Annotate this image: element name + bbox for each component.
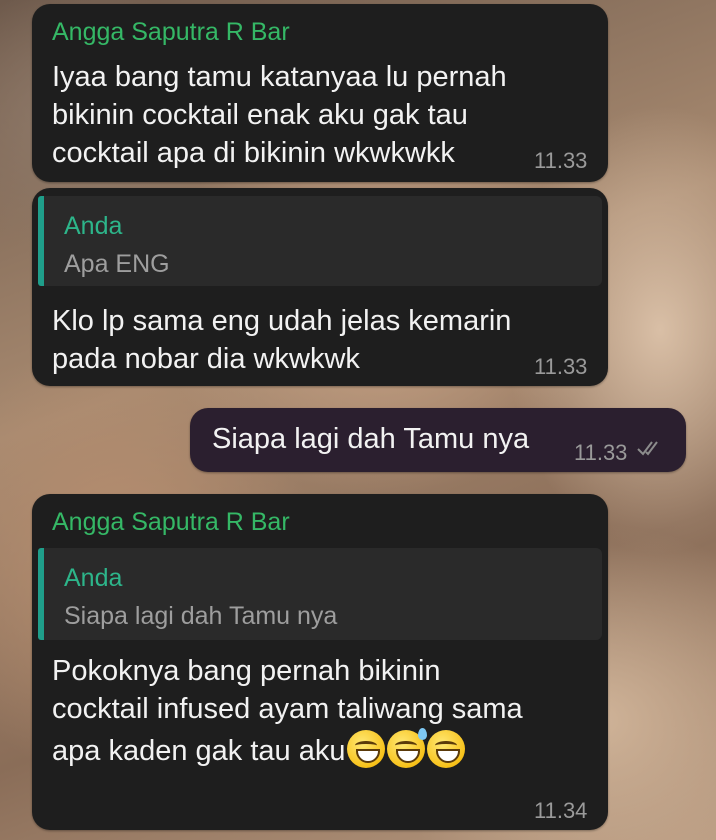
message-text-line: Klo lp sama eng udah jelas kemarin <box>52 305 512 337</box>
quote-author: Anda <box>64 564 123 592</box>
message-timestamp: 11.33 <box>534 148 588 173</box>
quote-text: Siapa lagi dah Tamu nya <box>64 602 338 630</box>
message-text-line: pada nobar dia wkwkwk <box>52 343 360 375</box>
quote-text: Apa ENG <box>64 250 170 278</box>
message-text-line: cocktail apa di bikinin wkwkwkk <box>52 137 455 169</box>
rolling-on-floor-laughing-emoji <box>347 730 386 768</box>
quote-accent-bar <box>38 548 44 640</box>
message-last-line: apa kaden gak tau aku <box>52 728 466 770</box>
message-timestamp: 11.34 <box>534 798 588 823</box>
message-timestamp: 11.33 <box>534 354 588 379</box>
message-text-line: Iyaa bang tamu katanyaa lu pernah <box>52 61 507 93</box>
grinning-sweat-emoji <box>387 728 428 768</box>
grinning-sweat-emoji <box>427 730 466 768</box>
message-text-line: bikinin cocktail enak aku gak tau <box>52 99 468 131</box>
reply-quote[interactable]: Anda Apa ENG <box>38 196 602 286</box>
message-text-line: Pokoknya bang pernah bikinin <box>52 655 441 687</box>
reply-quote[interactable]: Anda Siapa lagi dah Tamu nya <box>38 548 602 640</box>
message-bubble-outgoing[interactable]: Siapa lagi dah Tamu nya 11.33 <box>190 408 686 472</box>
message-text-line: cocktail infused ayam taliwang sama <box>52 693 523 725</box>
quote-author: Anda <box>64 212 123 240</box>
message-bubble-2[interactable]: Anda Apa ENG Klo lp sama eng udah jelas … <box>32 188 608 386</box>
double-check-read-icon <box>636 438 664 464</box>
message-text-line: apa kaden gak tau aku <box>52 735 346 767</box>
message-text: Siapa lagi dah Tamu nya <box>212 423 530 455</box>
sender-name[interactable]: Angga Saputra R Bar <box>52 18 290 47</box>
message-timestamp: 11.33 <box>574 440 628 465</box>
sender-name[interactable]: Angga Saputra R Bar <box>52 508 290 537</box>
message-bubble-4[interactable]: Angga Saputra R Bar Anda Siapa lagi dah … <box>32 494 608 830</box>
message-bubble-1[interactable]: Angga Saputra R Bar Iyaa bang tamu katan… <box>32 4 608 182</box>
quote-accent-bar <box>38 196 44 286</box>
